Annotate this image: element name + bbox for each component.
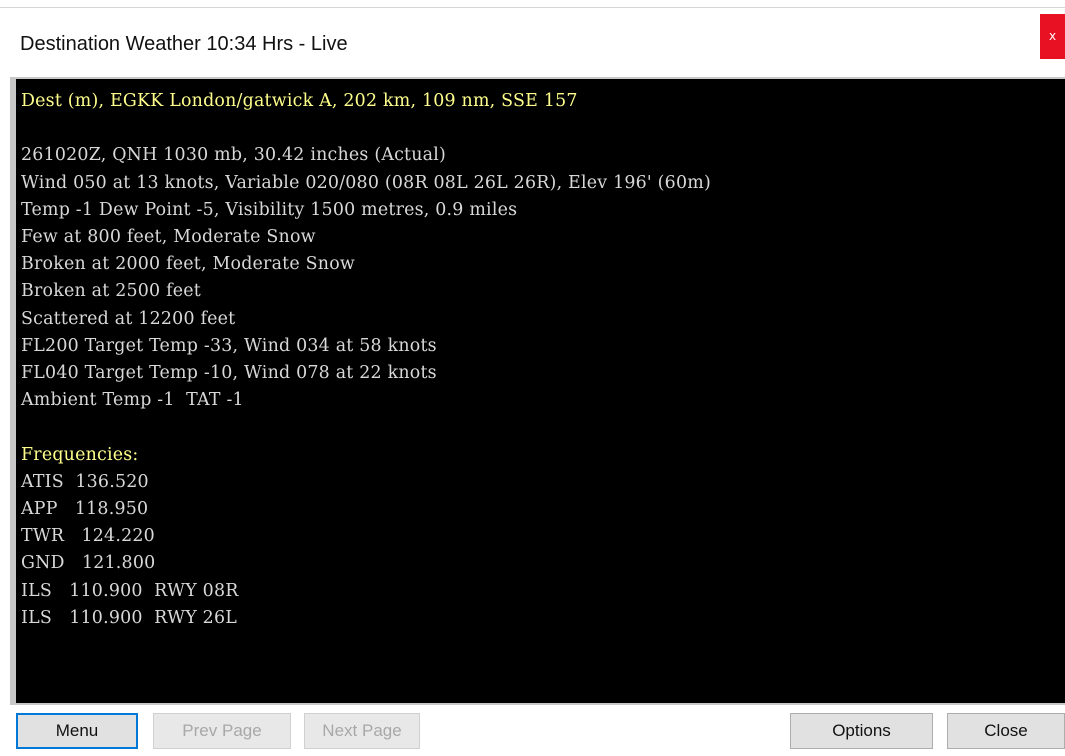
console-line: Broken at 2500 feet — [21, 281, 201, 302]
console-line: 261020Z, QNH 1030 mb, 30.42 inches (Actu… — [21, 145, 447, 166]
next-page-button[interactable]: Next Page — [304, 713, 420, 749]
console-line: Few at 800 feet, Moderate Snow — [21, 227, 316, 247]
close-button[interactable]: Close — [947, 713, 1065, 749]
console-line: FL040 Target Temp -10, Wind 078 at 22 kn… — [21, 363, 437, 383]
prev-page-button[interactable]: Prev Page — [153, 713, 291, 749]
console-line: Scattered at 12200 feet — [21, 308, 236, 329]
console-line: ILS 110.900 RWY 26L — [21, 607, 237, 628]
console-line: Wind 050 at 13 knots, Variable 020/080 (… — [21, 172, 711, 193]
weather-report-console: Dest (m), EGKK London/gatwick A, 202 km,… — [16, 79, 1065, 703]
close-window-icon[interactable]: x — [1040, 14, 1065, 59]
options-button[interactable]: Options — [790, 713, 933, 749]
window-top-border — [0, 0, 1065, 8]
console-line: Ambient Temp -1 TAT -1 — [21, 390, 244, 411]
button-bar: Menu Prev Page Next Page Options Close — [0, 705, 1065, 756]
console-heading-line: Frequencies: — [21, 444, 139, 465]
destination-weather-window: Destination Weather 10:34 Hrs - Live x D… — [0, 0, 1065, 756]
console-heading-line: Dest (m), EGKK London/gatwick A, 202 km,… — [21, 91, 578, 111]
console-line: Temp -1 Dew Point -5, Visibility 1500 me… — [21, 199, 518, 220]
console-line: FL200 Target Temp -33, Wind 034 at 58 kn… — [21, 335, 437, 356]
title-bar: Destination Weather 10:34 Hrs - Live — [0, 9, 1065, 75]
console-line: TWR 124.220 — [21, 526, 155, 547]
console-line: ATIS 136.520 — [21, 471, 149, 492]
window-title: Destination Weather 10:34 Hrs - Live — [20, 33, 348, 55]
console-line: GND 121.800 — [21, 553, 156, 574]
console-line: APP 118.950 — [21, 499, 149, 519]
menu-button[interactable]: Menu — [16, 713, 138, 749]
console-line: ILS 110.900 RWY 08R — [21, 580, 239, 601]
console-line: Broken at 2000 feet, Moderate Snow — [21, 254, 355, 275]
